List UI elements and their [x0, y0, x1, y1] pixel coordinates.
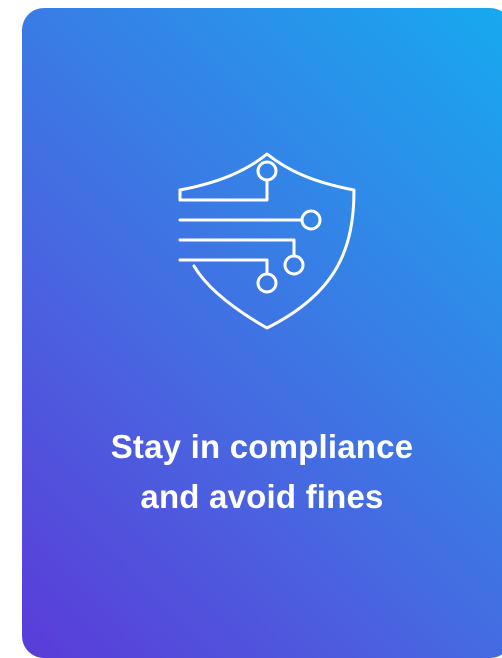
headline-line-1: Stay in compliance [110, 428, 414, 465]
headline-line-2: and avoid fines [140, 478, 384, 515]
card-headline: Stay in compliance and avoid fines [22, 422, 502, 522]
feature-card: Stay in compliance and avoid fines [22, 8, 502, 658]
shield-circuit-icon [172, 148, 362, 333]
